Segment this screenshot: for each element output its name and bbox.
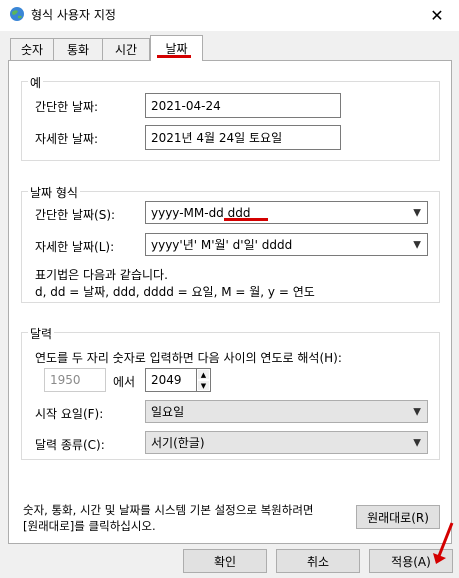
spin-up-icon[interactable]: ▲ [197,369,210,380]
example-long-field: 2021년 4월 24일 토요일 [145,125,341,150]
tab-annotation-underline [157,55,191,58]
reset-text-line1: 숫자, 통화, 시간 및 날짜를 시스템 기본 설정으로 복원하려면 [23,503,314,517]
annotation-arrow-icon [433,522,454,564]
calendar-legend: 달력 [28,325,55,342]
chevron-down-icon: ▼ [413,406,421,417]
chevron-down-icon: ▼ [413,207,421,218]
globe-icon [9,6,25,22]
year-from-field: 1950 [44,368,106,392]
example-short-field: 2021-04-24 [145,93,341,118]
spin-down-icon[interactable]: ▼ [197,380,210,391]
window-title: 형식 사용자 지정 [31,8,116,22]
notation-text: d, dd = 날짜, ddd, dddd = 요일, M = 월, y = 연… [35,285,315,299]
example-legend: 예 [28,74,44,91]
long-date-format-value: yyyy'년' M'월' d'일' dddd [151,238,293,252]
calendar-type-label: 달력 종류(C): [35,438,105,452]
first-day-label: 시작 요일(F): [35,407,104,421]
example-long-label: 자세한 날짜: [35,132,99,146]
notation-title: 표기법은 다음과 같습니다. [35,268,168,282]
close-icon[interactable]: ✕ [424,4,450,26]
short-date-format-combo[interactable]: yyyy-MM-dd ddd ▼ [145,201,428,224]
year-to-field[interactable]: 2049 [145,368,197,392]
two-digit-year-label: 연도를 두 자리 숫자로 입력하면 다음 사이의 연도로 해석(H): [35,351,342,365]
calendar-type-combo[interactable]: 서기(한글) ▼ [145,431,428,454]
format-annotation-underline [224,218,268,221]
calendar-type-value: 서기(한글) [151,436,205,450]
long-date-format-label: 자세한 날짜(L): [35,240,115,254]
between-label: 에서 [113,375,136,389]
date-format-legend: 날짜 형식 [28,184,80,201]
cancel-button[interactable]: 취소 [276,549,360,573]
short-date-format-label: 간단한 날짜(S): [35,208,116,222]
first-day-value: 일요일 [151,405,185,419]
tab-number[interactable]: 숫자 [10,38,54,60]
ok-button[interactable]: 확인 [183,549,267,573]
reset-text-line2: [원래대로]를 클릭하십시오. [23,519,156,533]
tab-currency[interactable]: 통화 [53,38,103,60]
reset-button[interactable]: 원래대로(R) [356,505,440,529]
year-spinner[interactable]: ▲ ▼ [196,368,211,392]
chevron-down-icon: ▼ [413,239,421,250]
tab-time[interactable]: 시간 [102,38,150,60]
long-date-format-combo[interactable]: yyyy'년' M'월' d'일' dddd ▼ [145,233,428,256]
example-short-label: 간단한 날짜: [35,100,99,114]
chevron-down-icon: ▼ [413,437,421,448]
first-day-combo[interactable]: 일요일 ▼ [145,400,428,423]
